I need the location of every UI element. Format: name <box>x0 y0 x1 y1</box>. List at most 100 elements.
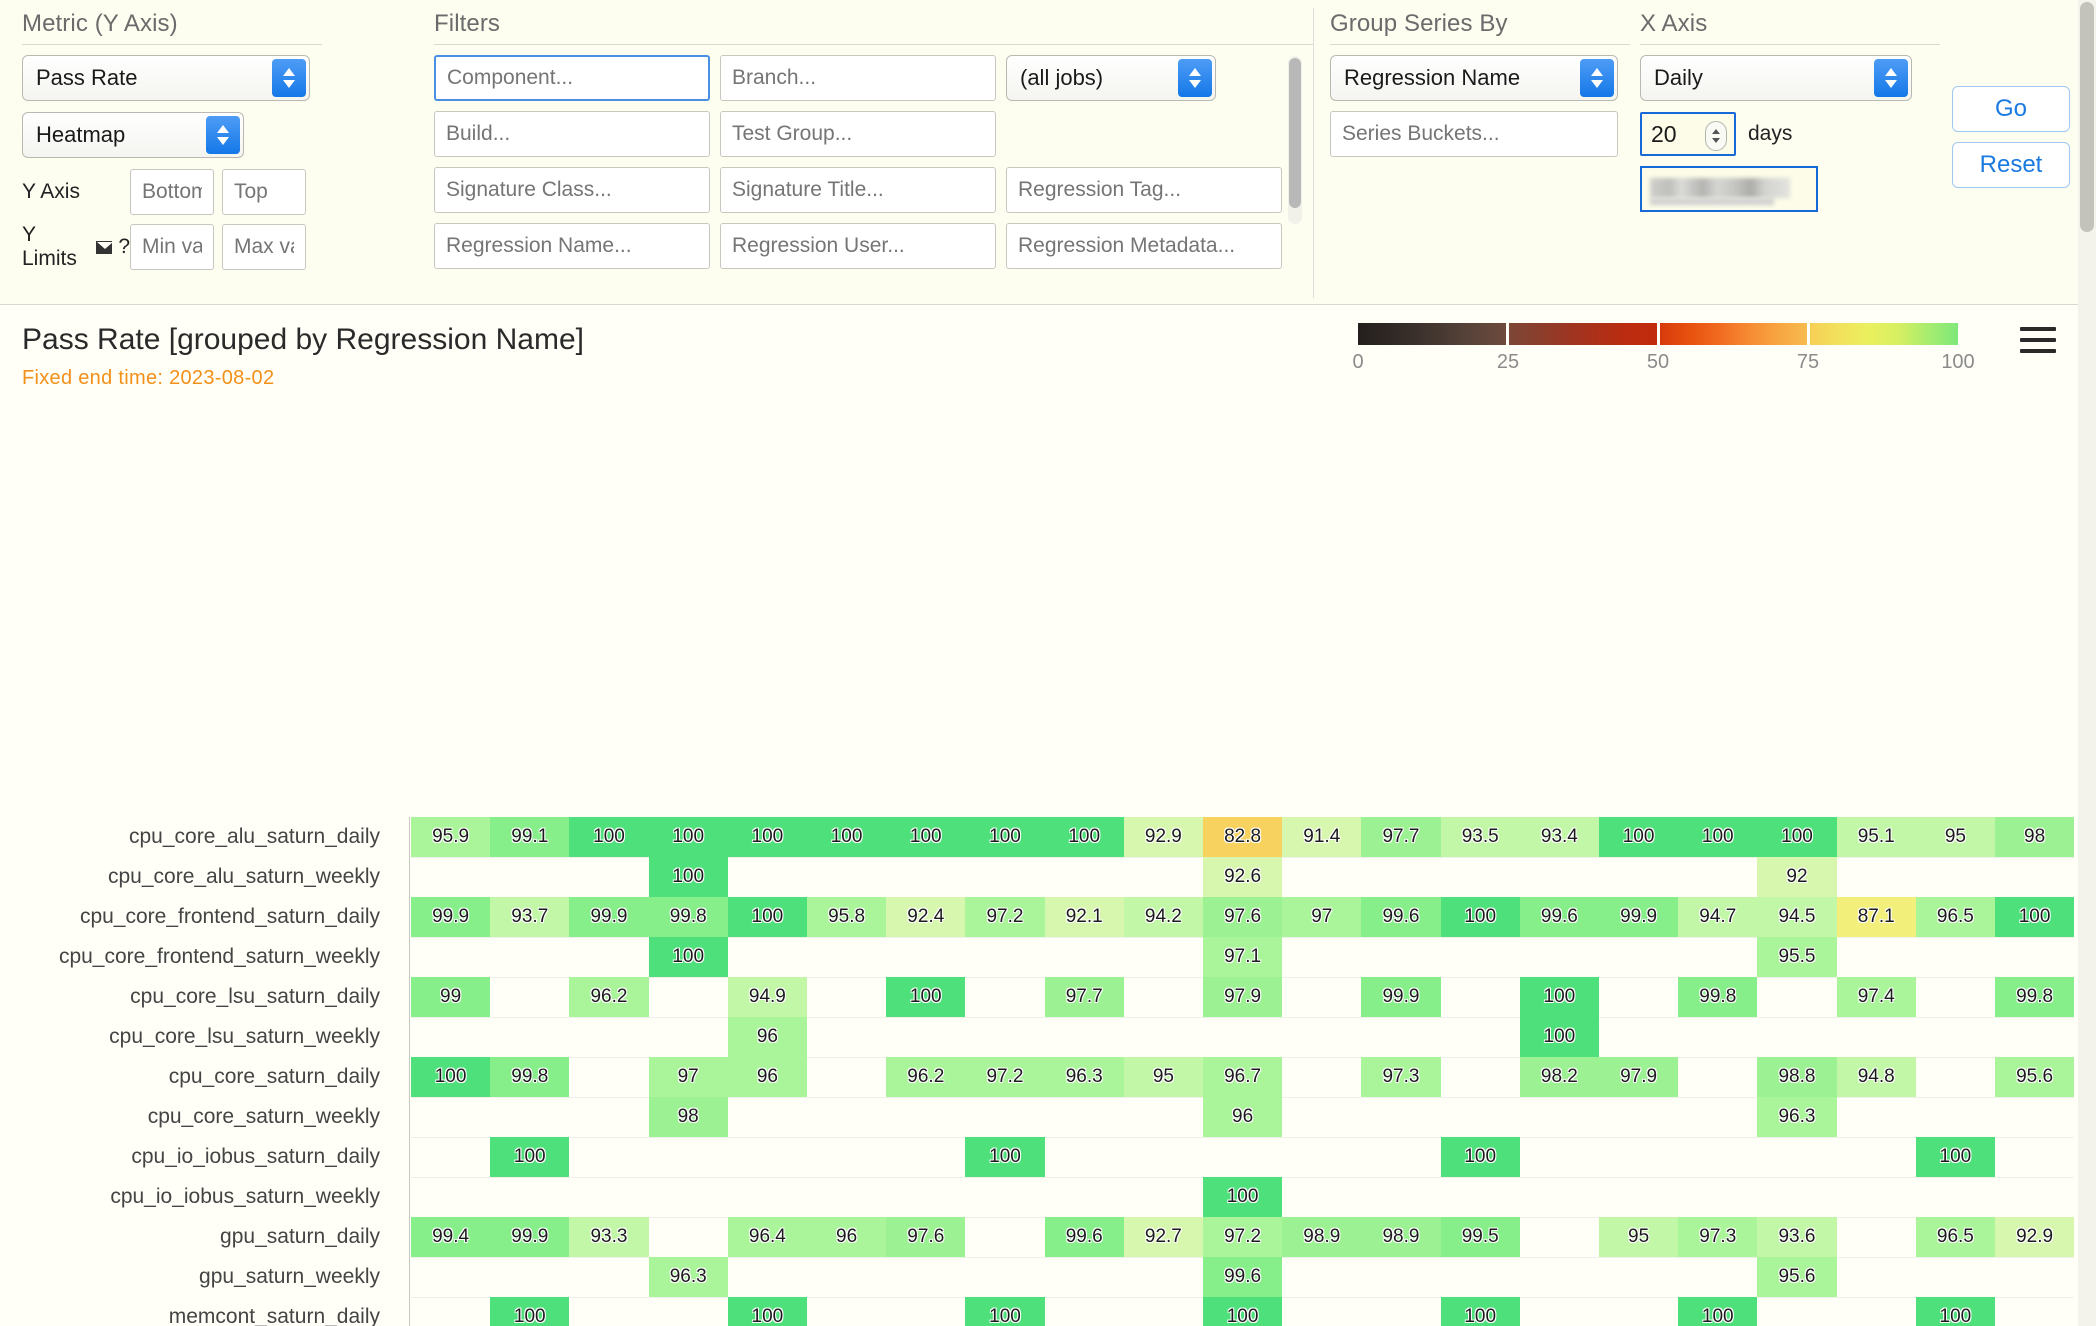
filters-scrollbar-thumb[interactable] <box>1289 58 1301 208</box>
heatmap-cell[interactable]: 98.8 <box>1757 1057 1837 1097</box>
reset-button[interactable]: Reset <box>1952 142 2070 188</box>
heatmap-cell[interactable]: 97.6 <box>886 1217 966 1257</box>
heatmap-cell[interactable]: 97.7 <box>1044 977 1124 1017</box>
heatmap-cell[interactable]: 100 <box>1915 1137 1995 1177</box>
heatmap-cell[interactable]: 97.2 <box>1203 1217 1283 1257</box>
heatmap-cell[interactable]: 98.2 <box>1519 1057 1599 1097</box>
heatmap-cell[interactable]: 94.2 <box>1123 897 1203 937</box>
heatmap-cell[interactable]: 99.9 <box>569 897 649 937</box>
heatmap-cell[interactable]: 98 <box>1995 817 2075 857</box>
heatmap-cell[interactable]: 92.7 <box>1123 1217 1203 1257</box>
filters-scrollbar[interactable] <box>1288 56 1302 224</box>
heatmap-cell[interactable]: 100 <box>490 1297 570 1326</box>
heatmap-cell[interactable]: 96.5 <box>1915 897 1995 937</box>
heatmap-cell[interactable]: 99.5 <box>1440 1217 1520 1257</box>
heatmap-cell[interactable]: 92.1 <box>1044 897 1124 937</box>
filter-branch-input[interactable] <box>720 55 996 101</box>
days-stepper[interactable]: 20 <box>1640 112 1736 156</box>
heatmap-cell[interactable]: 97.6 <box>1203 897 1283 937</box>
filter-regression-tag-input[interactable] <box>1006 167 1282 213</box>
heatmap-cell[interactable]: 100 <box>886 977 966 1017</box>
heatmap-cell[interactable]: 97.1 <box>1203 937 1283 977</box>
heatmap-cell[interactable]: 97.3 <box>1361 1057 1441 1097</box>
heatmap-cell[interactable]: 93.5 <box>1440 817 1520 857</box>
heatmap-cell[interactable]: 100 <box>727 897 807 937</box>
heatmap-cell[interactable]: 95 <box>1123 1057 1203 1097</box>
heatmap-cell[interactable]: 100 <box>1044 817 1124 857</box>
heatmap-cell[interactable]: 99.6 <box>1203 1257 1283 1297</box>
heatmap-cell[interactable]: 96.4 <box>727 1217 807 1257</box>
heatmap-cell[interactable]: 99.9 <box>411 897 491 937</box>
go-button[interactable]: Go <box>1952 86 2070 132</box>
heatmap-cell[interactable]: 99.6 <box>1361 897 1441 937</box>
page-scrollbar[interactable] <box>2078 0 2096 1326</box>
heatmap-cell[interactable]: 100 <box>1915 1297 1995 1326</box>
heatmap-cell[interactable]: 94.8 <box>1836 1057 1916 1097</box>
filter-regression-user-input[interactable] <box>720 223 996 269</box>
heatmap-cell[interactable]: 97.2 <box>965 897 1045 937</box>
heatmap-cell[interactable]: 96.2 <box>569 977 649 1017</box>
heatmap-cell[interactable]: 100 <box>1440 1297 1520 1326</box>
heatmap-cell[interactable]: 95.1 <box>1836 817 1916 857</box>
heatmap-cell[interactable]: 99.9 <box>1361 977 1441 1017</box>
heatmap-cell[interactable]: 97 <box>648 1057 728 1097</box>
heatmap-cell[interactable]: 94.5 <box>1757 897 1837 937</box>
heatmap-cell[interactable]: 100 <box>1440 1137 1520 1177</box>
heatmap-cell[interactable]: 93.7 <box>490 897 570 937</box>
heatmap-cell[interactable]: 95.9 <box>411 817 491 857</box>
heatmap-cell[interactable]: 96.7 <box>1203 1057 1283 1097</box>
heatmap-cell[interactable]: 97.7 <box>1361 817 1441 857</box>
filter-test-group-input[interactable] <box>720 111 996 157</box>
x-axis-interval-select[interactable]: Daily <box>1640 55 1912 101</box>
chart-type-select[interactable]: Heatmap <box>22 112 244 158</box>
heatmap-cell[interactable]: 95.6 <box>1757 1257 1837 1297</box>
heatmap-cell[interactable]: 100 <box>1678 1297 1758 1326</box>
heatmap-cell[interactable]: 97 <box>1282 897 1362 937</box>
heatmap-cell[interactable]: 92.4 <box>886 897 966 937</box>
series-buckets-input[interactable] <box>1330 111 1618 157</box>
filter-signature-title-input[interactable] <box>720 167 996 213</box>
heatmap-cell[interactable]: 96 <box>727 1017 807 1057</box>
heatmap-cell[interactable]: 91.4 <box>1282 817 1362 857</box>
filter-regression-metadata-input[interactable] <box>1006 223 1282 269</box>
heatmap-cell[interactable]: 96.3 <box>1044 1057 1124 1097</box>
heatmap-cell[interactable]: 93.6 <box>1757 1217 1837 1257</box>
heatmap-cell[interactable]: 100 <box>490 1137 570 1177</box>
heatmap-cell[interactable]: 99.6 <box>1519 897 1599 937</box>
heatmap-cell[interactable]: 99.8 <box>1678 977 1758 1017</box>
heatmap-cell[interactable]: 99.8 <box>648 897 728 937</box>
heatmap-cell[interactable]: 94.7 <box>1678 897 1758 937</box>
heatmap-cell[interactable]: 100 <box>411 1057 491 1097</box>
heatmap-cell[interactable]: 98.9 <box>1361 1217 1441 1257</box>
heatmap-cell[interactable]: 96 <box>727 1057 807 1097</box>
heatmap-cell[interactable]: 95 <box>1915 817 1995 857</box>
stepper-arrows-icon[interactable] <box>1705 121 1727 151</box>
heatmap-cell[interactable]: 92.9 <box>1995 1217 2075 1257</box>
y-min-input[interactable] <box>130 224 214 270</box>
heatmap-cell[interactable]: 98 <box>648 1097 728 1137</box>
envelope-icon[interactable] <box>95 240 114 254</box>
group-series-select[interactable]: Regression Name <box>1330 55 1618 101</box>
heatmap-cell[interactable]: 100 <box>727 817 807 857</box>
heatmap-cell[interactable]: 99.8 <box>490 1057 570 1097</box>
filter-build-input[interactable] <box>434 111 710 157</box>
heatmap-cell[interactable]: 94.9 <box>727 977 807 1017</box>
heatmap-cell[interactable]: 100 <box>1519 1017 1599 1057</box>
page-scrollbar-thumb[interactable] <box>2080 2 2094 232</box>
heatmap-cell[interactable]: 92.6 <box>1203 857 1283 897</box>
heatmap-cell[interactable]: 99.4 <box>411 1217 491 1257</box>
heatmap-cell[interactable]: 100 <box>727 1297 807 1326</box>
heatmap-cell[interactable]: 100 <box>1203 1297 1283 1326</box>
heatmap-cell[interactable]: 99.8 <box>1995 977 2075 1017</box>
heatmap-cell[interactable]: 99 <box>411 977 491 1017</box>
heatmap-cell[interactable]: 95 <box>1599 1217 1679 1257</box>
heatmap-cell[interactable]: 95.6 <box>1995 1057 2075 1097</box>
heatmap-cell[interactable]: 87.1 <box>1836 897 1916 937</box>
heatmap-cell[interactable]: 99.9 <box>490 1217 570 1257</box>
heatmap-cell[interactable]: 100 <box>965 817 1045 857</box>
heatmap-cell[interactable]: 99.9 <box>1599 897 1679 937</box>
heatmap-cell[interactable]: 99.6 <box>1044 1217 1124 1257</box>
filter-jobs-select[interactable]: (all jobs) <box>1006 55 1216 101</box>
heatmap-cell[interactable]: 100 <box>886 817 966 857</box>
redacted-date-input[interactable] <box>1640 166 1818 212</box>
